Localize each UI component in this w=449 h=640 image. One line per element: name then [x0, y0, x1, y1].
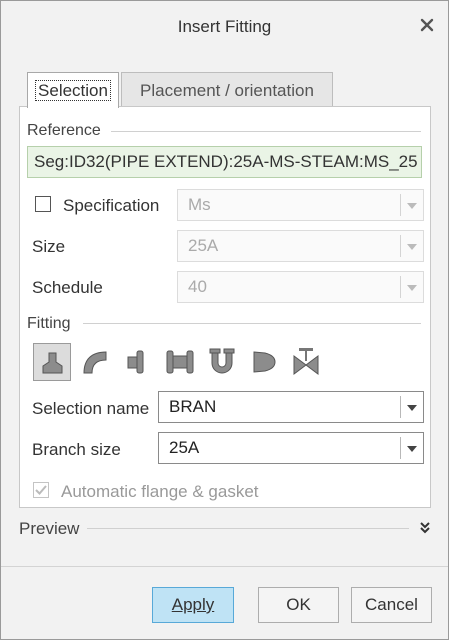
specification-label: Specification	[63, 196, 160, 215]
flange-fitting-icon[interactable]	[119, 343, 157, 381]
fitting-section-label: Fitting	[27, 315, 71, 332]
footer-divider	[1, 566, 448, 567]
reference-divider	[111, 131, 421, 132]
close-icon[interactable]	[418, 16, 436, 34]
specification-value: Ms	[188, 195, 211, 214]
schedule-value: 40	[188, 277, 207, 296]
coupling-fitting-icon[interactable]	[161, 343, 199, 381]
specification-checkbox[interactable]	[35, 196, 51, 212]
size-dropdown[interactable]: 25A	[177, 230, 424, 262]
cancel-button[interactable]: Cancel	[351, 587, 432, 623]
selection-name-label: Selection name	[32, 399, 150, 418]
size-label: Size	[32, 237, 66, 256]
reducer-fitting-icon[interactable]	[245, 343, 283, 381]
branch-size-value: 25A	[169, 438, 200, 457]
apply-button[interactable]: Apply	[152, 587, 234, 623]
elbow-fitting-icon[interactable]	[76, 343, 114, 381]
schedule-label: Schedule	[32, 278, 103, 297]
schedule-dropdown[interactable]: 40	[177, 271, 424, 303]
tab-placement-label: Placement / orientation	[140, 81, 314, 100]
preview-section-label[interactable]: Preview	[19, 519, 79, 539]
u-bend-fitting-icon[interactable]	[203, 343, 241, 381]
specification-dropdown[interactable]: Ms	[177, 189, 424, 221]
selection-name-value: BRAN	[169, 397, 217, 416]
fitting-divider	[83, 323, 421, 324]
tab-placement-orientation[interactable]: Placement / orientation	[121, 72, 333, 106]
apply-button-label: Apply	[171, 595, 215, 614]
chevron-down-icon	[407, 405, 417, 411]
auto-flange-checkbox[interactable]	[33, 482, 49, 498]
insert-fitting-dialog: Insert Fitting Selection Placement / ori…	[0, 0, 449, 640]
expand-double-chevron-icon[interactable]	[419, 521, 431, 535]
checkmark-icon	[35, 485, 47, 495]
branch-size-dropdown[interactable]: 25A	[158, 432, 424, 464]
reference-section-label: Reference	[27, 122, 101, 139]
selection-name-dropdown[interactable]: BRAN	[158, 391, 424, 423]
dialog-title: Insert Fitting	[177, 17, 272, 36]
auto-flange-label: Automatic flange & gasket	[61, 482, 259, 501]
chevron-down-icon	[407, 244, 417, 250]
tab-selection[interactable]: Selection	[27, 72, 119, 108]
size-value: 25A	[188, 236, 219, 255]
reference-field[interactable]: Seg:ID32(PIPE EXTEND):25A-MS-STEAM:MS_25	[27, 146, 422, 178]
tee-fitting-icon[interactable]	[33, 343, 71, 381]
chevron-down-icon	[407, 446, 417, 452]
valve-fitting-icon[interactable]	[287, 343, 325, 381]
tab-selection-label: Selection	[35, 80, 111, 101]
chevron-down-icon	[407, 203, 417, 209]
preview-divider	[87, 528, 409, 529]
ok-button[interactable]: OK	[258, 587, 339, 623]
chevron-down-icon	[407, 285, 417, 291]
branch-size-label: Branch size	[32, 440, 121, 459]
